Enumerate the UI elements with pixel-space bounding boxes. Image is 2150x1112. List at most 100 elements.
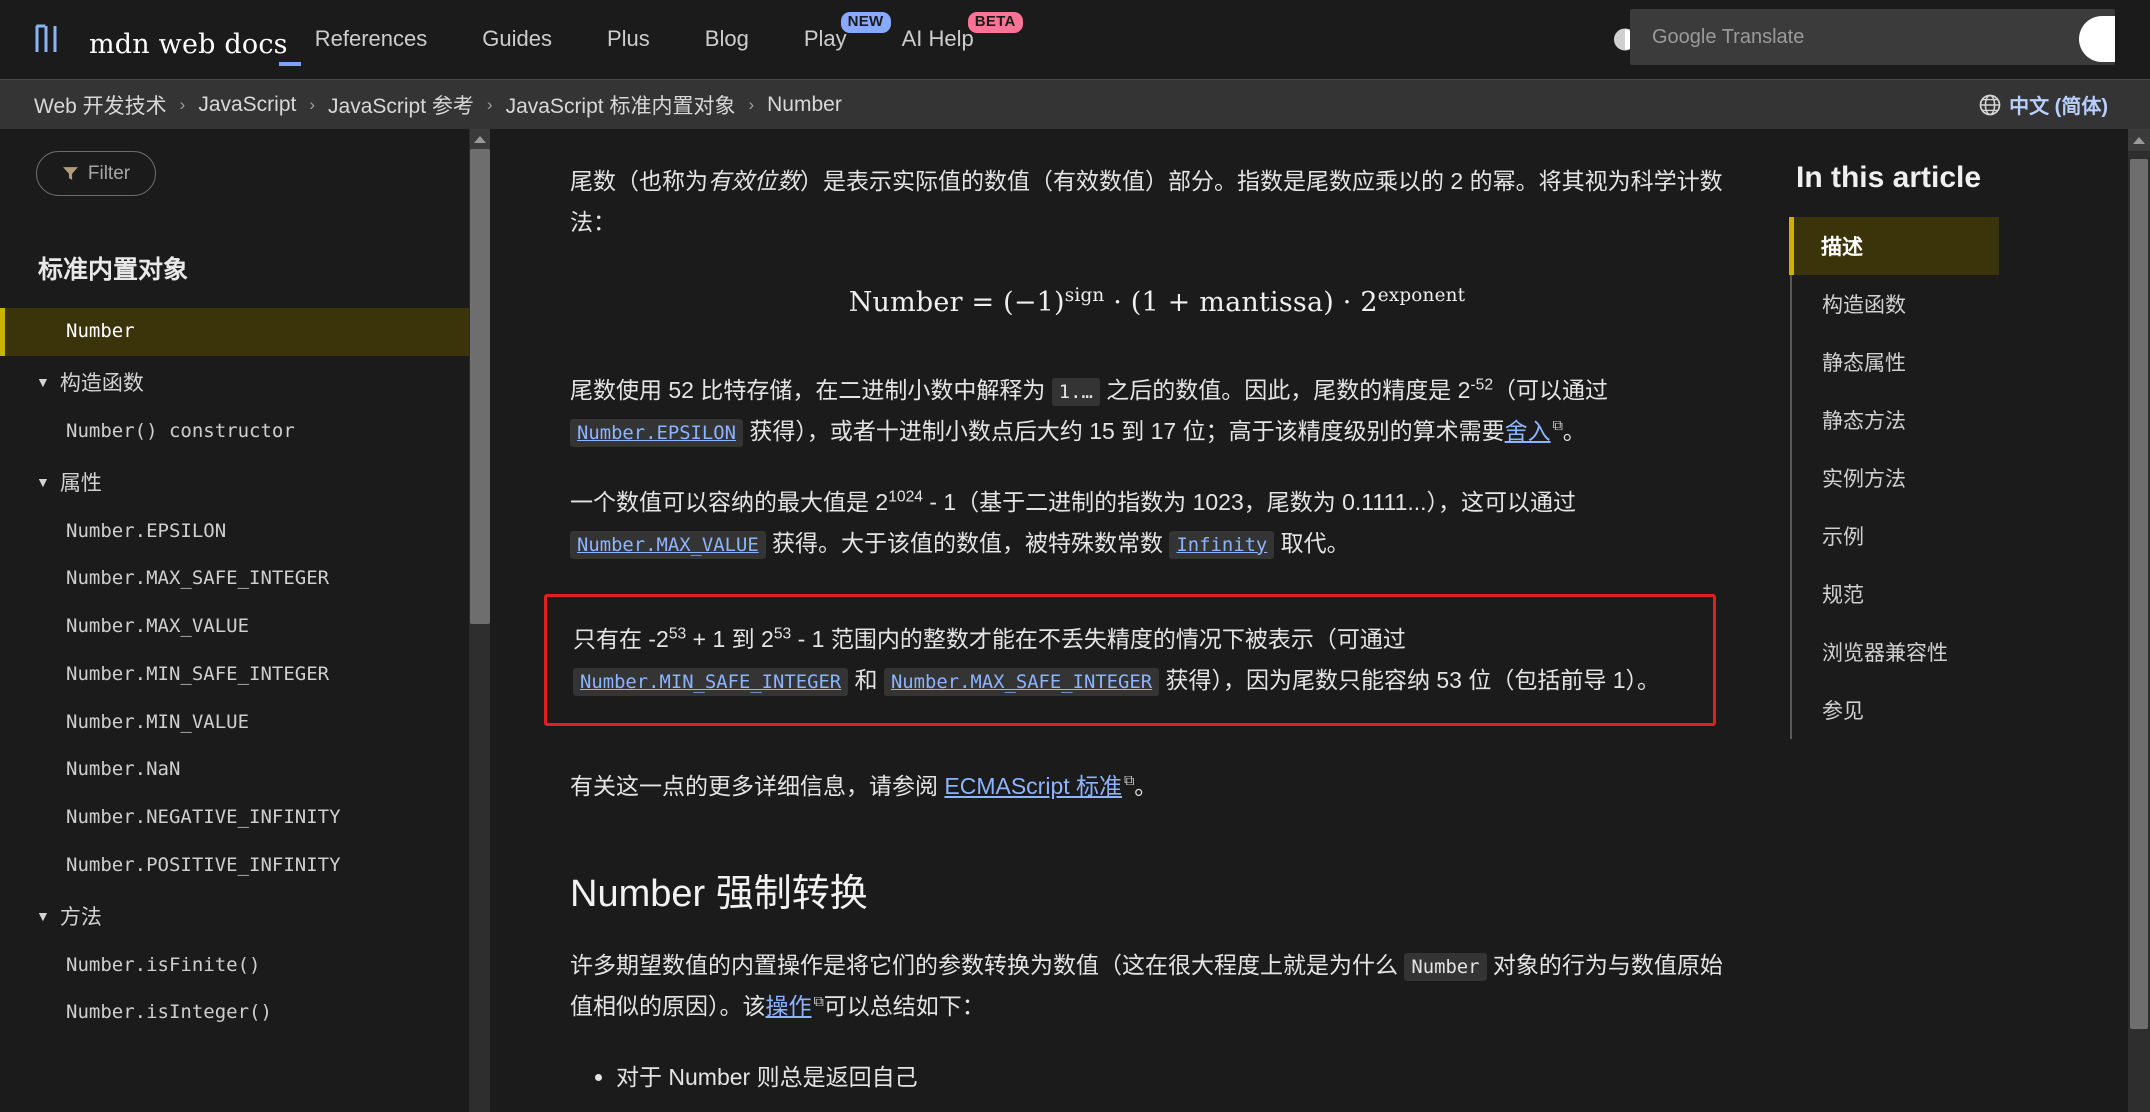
sidebar-item-number-isinteger[interactable]: Number.isInteger() [0,989,469,1037]
nav-link-plus[interactable]: Plus [607,26,650,52]
text-fragment: 可以总结如下： [824,993,985,1019]
sidebar-item-number-max-value[interactable]: Number.MAX_VALUE [0,603,469,651]
breadcrumb-separator-icon: › [180,95,186,115]
breadcrumb-item-builtin-objects[interactable]: JavaScript 标准内置对象 [506,90,736,120]
triangle-down-icon: ▼ [36,375,50,389]
sidebar-group-constructor[interactable]: ▼ 构造函数 [0,356,469,408]
mdn-logo-text: mdn web docs [89,31,288,58]
main-nav-links: References Guides Plus Blog Play NEW AI … [315,26,1029,52]
google-translate-placeholder: Google Translate [1652,26,1804,49]
google-translate-widget[interactable]: Google Translate [1630,9,2115,65]
toc-item-specifications[interactable]: 规范 [1790,565,2090,623]
body-area: Filter 标准内置对象 Number ▼ 构造函数 Number() con… [0,129,2150,1112]
breadcrumb-separator-icon: › [748,95,754,115]
link-ecmascript-standard[interactable]: ECMAScript 标准 [944,773,1122,799]
inline-code-link-number-max-value[interactable]: Number.MAX_VALUE [570,531,766,559]
nav-label: Guides [482,26,552,51]
sidebar-scroll-up-arrow[interactable] [470,129,490,149]
language-selector[interactable]: 中文 (简体) [1978,90,2108,119]
toc-item-static-methods[interactable]: 静态方法 [1790,391,2090,449]
sidebar-item-number-epsilon[interactable]: Number.EPSILON [0,508,469,556]
nav-link-references[interactable]: References [315,26,428,52]
language-selector-label: 中文 (简体) [2009,90,2108,119]
toc-item-instance-methods[interactable]: 实例方法 [1790,449,2090,507]
breadcrumb-item-javascript-reference[interactable]: JavaScript 参考 [328,90,474,120]
breadcrumb-item-javascript[interactable]: JavaScript [198,93,296,117]
sidebar-item-number-min-safe-integer[interactable]: Number.MIN_SAFE_INTEGER [0,651,469,699]
text-fragment: 。 [1134,773,1157,799]
text-fragment: 许多期望数值的内置操作是将它们的参数转换为数值（这在很大程度上就是为什么 [570,952,1404,978]
sidebar-item-number-max-safe-integer[interactable]: Number.MAX_SAFE_INTEGER [0,555,469,603]
text-fragment: 。 [1563,418,1586,444]
inline-code-link-infinity[interactable]: Infinity [1169,531,1274,559]
text-fragment: - 1（基于二进制的指数为 1023，尾数为 0.1111...），这可以通过 [923,489,1576,515]
text-fragment: 尾数（也称为 [570,168,708,194]
exponent-53-a: 53 [669,625,686,642]
mdn-logo-link[interactable]: mdn web docs [33,22,288,56]
external-link-icon: ⧉ [1124,773,1134,789]
sidebar-item-number-positive-infinity[interactable]: Number.POSITIVE_INFINITY [0,842,469,890]
sidebar-item-number-constructor[interactable]: Number() constructor [0,408,469,456]
nav-link-play[interactable]: Play NEW [804,26,847,52]
list-item: 对于 Number 则总是返回自己 [616,1057,1744,1098]
in-this-article-panel: In this article 描述 构造函数 静态属性 静态方法 实例方法 示… [1790,129,2090,1112]
filter-button[interactable]: Filter [36,151,156,196]
sidebar-group-label: 方法 [60,901,102,931]
external-link-icon: ⧉ [1553,418,1563,434]
link-rounding[interactable]: 舍入 [1505,418,1551,444]
toc-item-see-also[interactable]: 参见 [1790,681,2090,739]
toc-item-constructor[interactable]: 构造函数 [1790,275,2090,333]
page-scroll-thumb[interactable] [2130,159,2148,1029]
sidebar-item-number[interactable]: Number [0,308,469,356]
filter-button-label: Filter [88,163,130,185]
paragraph-precision: 尾数使用 52 比特存储，在二进制小数中解释为 1.… 之后的数值。因此，尾数的… [570,370,1744,452]
text-fragment: 之后的数值。因此，尾数的精度是 2 [1100,377,1471,403]
breadcrumb-item-web[interactable]: Web 开发技术 [34,90,167,120]
text-fragment: 和 [848,667,884,693]
toc-list: 描述 构造函数 静态属性 静态方法 实例方法 示例 规范 浏览器兼容性 参见 [1790,217,2090,739]
toc-item-browser-compatibility[interactable]: 浏览器兼容性 [1790,623,2090,681]
toc-item-examples[interactable]: 示例 [1790,507,2090,565]
sidebar-group-properties[interactable]: ▼ 属性 [0,456,469,508]
paragraph-ecmascript-reference: 有关这一点的更多详细信息，请参阅 ECMAScript 标准⧉。 [570,766,1744,807]
nav-link-ai-help[interactable]: AI Help BETA [902,26,974,52]
page-scroll-up-arrow[interactable] [2128,129,2150,151]
nav-label: References [315,26,428,51]
inline-code-link-number-epsilon[interactable]: Number.EPSILON [570,419,743,447]
toc-item-description[interactable]: 描述 [1789,217,1999,275]
inline-code-link-number-min-safe-integer[interactable]: Number.MIN_SAFE_INTEGER [573,668,848,696]
text-fragment: 尾数使用 52 比特存储，在二进制小数中解释为 [570,377,1052,403]
sidebar-item-number-nan[interactable]: Number.NaN [0,746,469,794]
sidebar-item-number-negative-infinity[interactable]: Number.NEGATIVE_INFINITY [0,794,469,842]
logo-underline [279,62,301,66]
sidebar-group-methods[interactable]: ▼ 方法 [0,890,469,942]
sidebar-scroll-thumb[interactable] [470,149,490,624]
sidebar-scrollbar[interactable] [470,129,490,1112]
sidebar-item-number-isfinite[interactable]: Number.isFinite() [0,942,469,990]
text-fragment: - 1 范围内的整数才能在不丢失精度的情况下被表示（可通过 [791,626,1406,652]
paragraph-safe-integer-range: 只有在 -253 + 1 到 253 - 1 范围内的整数才能在不丢失精度的情况… [573,619,1687,701]
exponent-neg-52: -52 [1470,376,1493,393]
toc-item-static-properties[interactable]: 静态属性 [1790,333,2090,391]
inline-code-number: Number [1404,953,1486,981]
inline-code-link-number-max-safe-integer[interactable]: Number.MAX_SAFE_INTEGER [884,668,1159,696]
sidebar-item-number-min-value[interactable]: Number.MIN_VALUE [0,699,469,747]
breadcrumb-separator-icon: › [487,95,493,115]
nav-link-blog[interactable]: Blog [705,26,749,52]
formula-mid: · (1 + mantissa) · 2 [1104,287,1377,318]
triangle-down-icon: ▼ [36,909,50,923]
text-fragment: 取代。 [1274,530,1349,556]
emphasis-significand: 有效位数 [708,168,800,194]
top-navigation-bar: mdn web docs References Guides Plus Blog… [0,0,2150,79]
nav-label: AI Help [902,26,974,51]
sidebar-group-label: 构造函数 [60,367,144,397]
text-fragment: （可以通过 [1493,377,1608,403]
nav-link-guides[interactable]: Guides [482,26,552,52]
link-operation[interactable]: 操作 [766,993,812,1019]
mdn-logo-icon [33,22,79,56]
google-translate-handle[interactable] [2079,16,2115,62]
page-scrollbar[interactable] [2128,129,2150,1112]
text-fragment: 只有在 -2 [573,626,669,652]
text-fragment: 获得。大于该值的数值，被特殊数常数 [766,530,1170,556]
globe-icon [1978,93,2002,117]
